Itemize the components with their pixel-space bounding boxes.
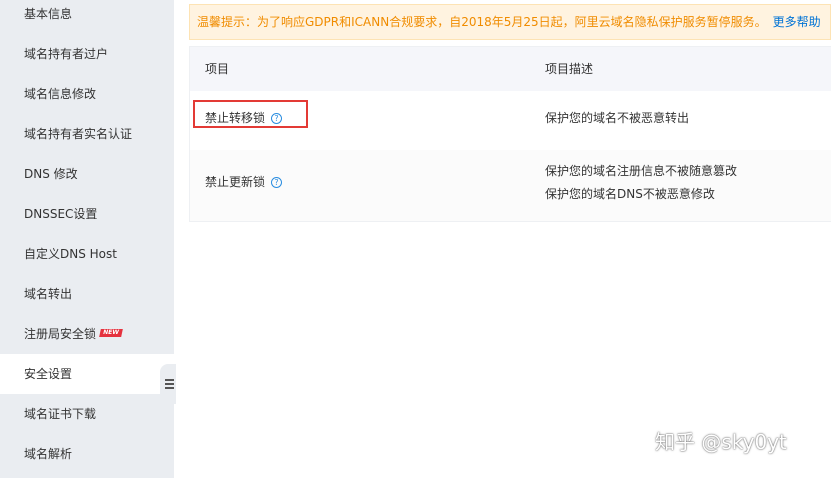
- row-desc-cell: 保护您的域名不被恶意转出: [545, 111, 690, 125]
- sidebar-item-label: DNS 修改: [24, 167, 78, 181]
- table-row: 禁止更新锁? 保护您的域名注册信息不被随意篡改 保护您的域名DNS不被恶意修改: [190, 150, 831, 221]
- row-name-cell: 禁止更新锁?: [205, 173, 283, 190]
- sidebar-item-dns-modify[interactable]: DNS 修改: [0, 154, 174, 194]
- sidebar-item-label: 注册局安全锁: [24, 327, 97, 341]
- more-help-link[interactable]: 更多帮助: [773, 15, 821, 29]
- highlight-annotation: [193, 100, 308, 128]
- sidebar-item-label: 域名信息修改: [24, 87, 97, 101]
- sidebar-item-label: 域名持有者过户: [24, 47, 109, 61]
- notice-text: 温馨提示：为了响应GDPR和ICANN合规要求，自2018年5月25日起，阿里云…: [197, 15, 767, 29]
- new-badge: NEW: [99, 329, 123, 337]
- sidebar-item-dnssec[interactable]: DNSSEC设置: [0, 194, 174, 234]
- row-desc-line: 保护您的域名DNS不被恶意修改: [545, 187, 715, 201]
- sidebar-item-label: 域名转出: [24, 287, 73, 301]
- sidebar-item-label: 基本信息: [24, 7, 73, 21]
- sidebar-item-info-modify[interactable]: 域名信息修改: [0, 74, 174, 114]
- sidebar-item-label: 域名证书下载: [24, 407, 97, 421]
- sidebar-item-realname-auth[interactable]: 域名持有者实名认证: [0, 114, 174, 154]
- help-icon[interactable]: ?: [271, 177, 283, 188]
- sidebar-item-label: 自定义DNS Host: [24, 247, 117, 261]
- sidebar-item-transfer-out[interactable]: 域名转出: [0, 274, 174, 314]
- sidebar-item-label: 域名解析: [24, 447, 73, 461]
- sidebar-item-basic-info[interactable]: 基本信息: [0, 0, 174, 34]
- sidebar: 基本信息 域名持有者过户 域名信息修改 域名持有者实名认证 DNS 修改 DNS…: [0, 0, 174, 478]
- watermark: 知乎 @sky0yt: [655, 430, 787, 454]
- update-lock-label: 禁止更新锁: [205, 175, 266, 189]
- sidebar-item-label: DNSSEC设置: [24, 207, 98, 221]
- sidebar-item-dns-resolve[interactable]: 域名解析: [0, 434, 174, 474]
- sidebar-item-custom-dns-host[interactable]: 自定义DNS Host: [0, 234, 174, 274]
- sidebar-item-security-settings[interactable]: 安全设置: [0, 354, 174, 394]
- column-header-desc: 项目描述: [545, 62, 594, 76]
- sidebar-item-cert-download[interactable]: 域名证书下载: [0, 394, 174, 434]
- sidebar-item-label: 域名持有者实名认证: [24, 127, 133, 141]
- collapse-sidebar-icon[interactable]: [160, 364, 176, 404]
- column-header-item: 项目: [205, 62, 230, 76]
- sidebar-item-holder-transfer[interactable]: 域名持有者过户: [0, 34, 174, 74]
- row-desc-line: 保护您的域名注册信息不被随意篡改: [545, 164, 738, 178]
- sidebar-item-label: 安全设置: [24, 367, 73, 381]
- sidebar-item-registry-lock[interactable]: 注册局安全锁 NEW: [0, 314, 174, 354]
- notice-banner: 温馨提示：为了响应GDPR和ICANN合规要求，自2018年5月25日起，阿里云…: [189, 4, 831, 40]
- table-header: 项目 项目描述: [190, 47, 831, 91]
- security-settings-table: 项目 项目描述 禁止转移锁? 保护您的域名不被恶意转出 禁止更新锁? 保护您的域…: [189, 46, 831, 222]
